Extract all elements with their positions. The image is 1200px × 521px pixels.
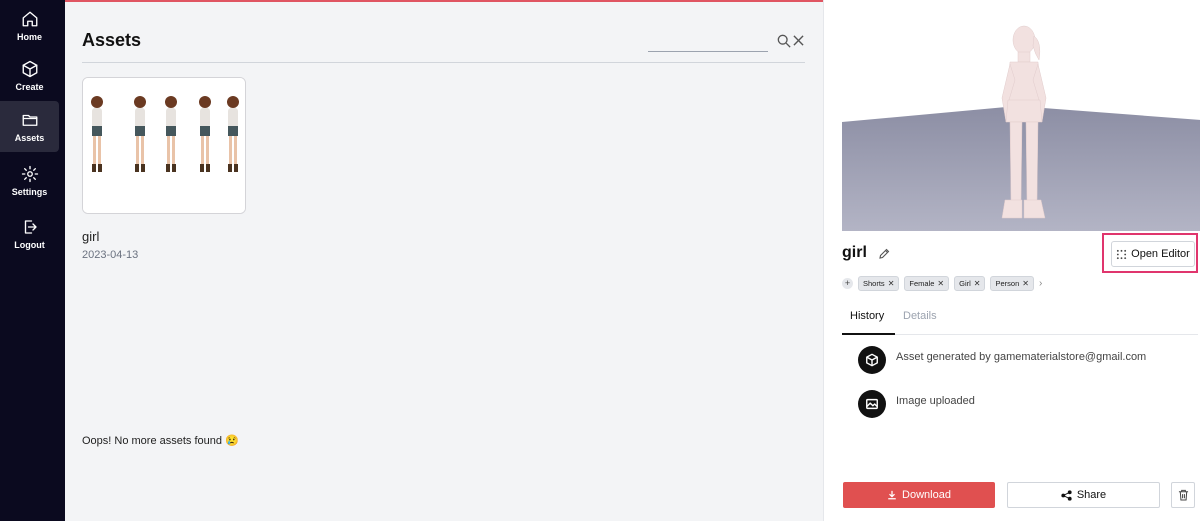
download-icon (888, 490, 896, 500)
asset-thumbnail (83, 78, 245, 213)
tag: Shorts ✕ (858, 276, 900, 291)
model-preview-scene (842, 0, 1200, 231)
active-tab-indicator (842, 333, 895, 335)
tag-list: + Shorts ✕ Female ✕ Girl ✕ Person ✕ › (842, 276, 1042, 291)
sidebar-item-label: Settings (11, 186, 48, 197)
tag-remove-icon[interactable]: ✕ (1022, 279, 1029, 288)
delete-button[interactable] (1171, 482, 1195, 508)
trash-icon (1178, 489, 1188, 501)
asset-date: 2023-04-13 (82, 249, 139, 261)
sidebar-item-settings[interactable]: Settings (0, 155, 59, 206)
model-preview[interactable] (842, 0, 1200, 231)
asset-name[interactable]: girl (82, 229, 99, 244)
tag: Person ✕ (990, 276, 1034, 291)
title-divider (82, 62, 805, 63)
close-icon[interactable] (793, 35, 804, 46)
tag: Girl ✕ (954, 276, 986, 291)
page-title: Assets (82, 30, 142, 50)
history-item: Image uploaded (858, 390, 975, 418)
history-text: Asset generated by gamematerialstore@gma… (896, 351, 1147, 363)
dotted-square-icon (1117, 249, 1127, 259)
tag-remove-icon[interactable]: ✕ (937, 279, 944, 288)
history-item: Asset generated by gamematerialstore@gma… (858, 346, 1146, 374)
search-icon[interactable] (777, 34, 791, 48)
history-text: Image uploaded (896, 395, 975, 407)
tag-label: Person (995, 279, 1020, 288)
open-editor-label: Open Editor (1131, 248, 1190, 260)
sidebar-item-assets[interactable]: Assets (0, 101, 59, 152)
cube-icon (858, 346, 886, 374)
add-tag-button[interactable]: + (842, 278, 853, 289)
asset-title: girl (842, 244, 867, 261)
tag-remove-icon[interactable]: ✕ (974, 279, 981, 288)
open-editor-button[interactable]: Open Editor (1111, 241, 1195, 267)
sidebar-item-label: Home (16, 31, 42, 42)
tag-label: Girl (959, 279, 971, 288)
search-input[interactable] (648, 36, 768, 52)
assets-main: Assets girl 2023-04-13 Oops! No more ass… (65, 0, 823, 521)
sidebar: Home Create Assets Settings Logout (0, 0, 65, 521)
empty-message: Oops! No more assets found 😢 (82, 435, 239, 447)
home-icon (22, 11, 37, 26)
tabs-divider (842, 334, 1198, 335)
tag-label: Shorts (863, 279, 885, 288)
download-button[interactable]: Download (843, 482, 995, 508)
tag: Female ✕ (904, 276, 950, 291)
tab-history[interactable]: History (850, 310, 884, 322)
sidebar-item-home[interactable]: Home (0, 0, 59, 51)
pencil-icon[interactable] (878, 248, 890, 260)
share-label: Share (1076, 489, 1107, 501)
share-icon (1061, 489, 1072, 501)
download-label: Download (902, 489, 951, 501)
folder-icon (22, 114, 37, 126)
tab-details[interactable]: Details (903, 310, 937, 322)
sidebar-item-create[interactable]: Create (0, 50, 59, 101)
logout-icon (24, 219, 37, 234)
tag-label: Female (909, 279, 935, 288)
sidebar-item-label: Create (15, 81, 44, 92)
sidebar-item-label: Assets (14, 132, 45, 143)
image-icon (858, 390, 886, 418)
tag-remove-icon[interactable]: ✕ (888, 279, 895, 288)
asset-card[interactable] (82, 77, 246, 214)
sidebar-item-label: Logout (14, 239, 45, 250)
cube-icon (22, 60, 37, 77)
chevron-right-icon[interactable]: › (1039, 278, 1042, 289)
gear-icon (21, 165, 38, 182)
sidebar-item-logout[interactable]: Logout (0, 208, 59, 259)
share-button[interactable]: Share (1007, 482, 1160, 508)
asset-detail-panel: girl Open Editor + Shorts ✕ Female ✕ Girl ✕… (823, 0, 1200, 521)
